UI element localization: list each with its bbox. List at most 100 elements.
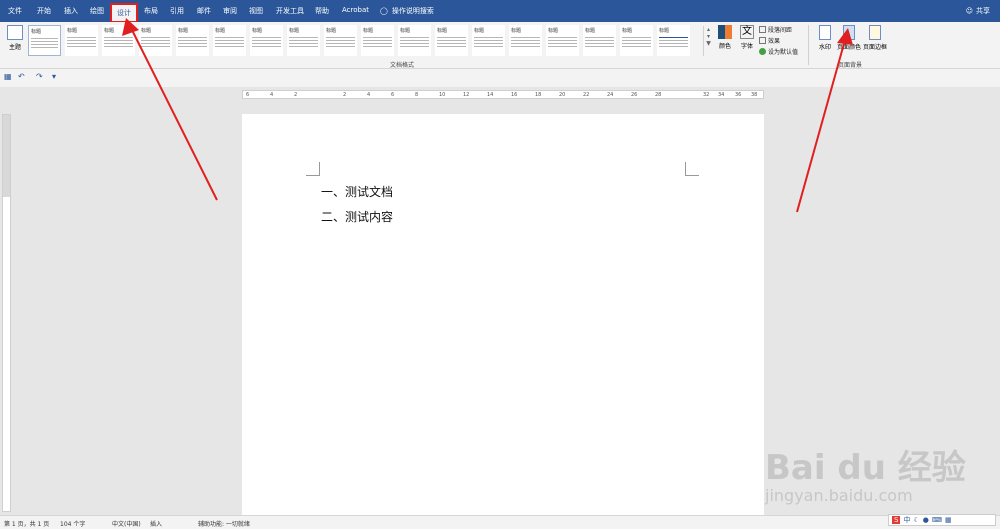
- ruler-margin: [3, 115, 10, 197]
- ruler-tick: 2: [343, 92, 347, 98]
- set-default-button[interactable]: 设为默认值: [759, 47, 798, 56]
- paragraph-spacing-button[interactable]: 段落间距: [759, 25, 792, 34]
- style-set-6[interactable]: 标题: [213, 25, 246, 56]
- style-set-9[interactable]: 标题: [324, 25, 357, 56]
- style-title: 标题: [67, 28, 78, 34]
- page-count[interactable]: 第 1 页，共 1 页: [4, 519, 49, 528]
- effects-icon: [759, 37, 766, 44]
- ime-mode[interactable]: 中: [903, 515, 910, 525]
- ruler-tick: 38: [751, 92, 758, 98]
- chevron-up-icon[interactable]: ▴: [704, 26, 713, 33]
- document-line[interactable]: 二、测试内容: [321, 208, 393, 225]
- style-title: 标题: [363, 28, 374, 34]
- tab-view[interactable]: 视图: [249, 6, 263, 16]
- effects-button[interactable]: 效果: [759, 36, 780, 45]
- ruler-tick: 26: [631, 92, 638, 98]
- style-set-2[interactable]: 标题: [65, 25, 98, 56]
- style-set-15[interactable]: 标题: [546, 25, 579, 56]
- divider: [808, 25, 809, 65]
- style-title: 标题: [585, 28, 596, 34]
- ruler-tick: 36: [735, 92, 742, 98]
- moon-icon[interactable]: ☾: [913, 516, 919, 524]
- ime-toolbar[interactable]: S 中 ☾ ● ⌨ ▦: [888, 514, 996, 526]
- tell-me-search[interactable]: ◯ 操作说明搜索: [380, 6, 434, 16]
- lightbulb-icon: ◯: [380, 7, 388, 15]
- tab-developer[interactable]: 开发工具: [276, 6, 304, 16]
- style-set-14[interactable]: 标题: [509, 25, 542, 56]
- tab-layout[interactable]: 布局: [144, 6, 158, 16]
- word-count[interactable]: 104 个字: [60, 519, 85, 528]
- ruler-tick: 16: [511, 92, 518, 98]
- style-title: 标题: [31, 29, 42, 35]
- language-status[interactable]: 中文(中国): [112, 519, 141, 528]
- style-title: 标题: [104, 28, 115, 34]
- themes-button[interactable]: 主题: [5, 25, 25, 51]
- fonts-button[interactable]: 文 字体: [738, 25, 756, 50]
- accessibility-status[interactable]: 辅助功能: 一切就绪: [198, 519, 250, 528]
- horizontal-ruler[interactable]: 6 4 2 2 4 6 8 10 12 14 16 18 20 22 24 26…: [242, 90, 764, 99]
- document-line[interactable]: 一、测试文档: [321, 183, 393, 200]
- page-borders-button[interactable]: 页面边框: [862, 25, 888, 51]
- style-set-12[interactable]: 标题: [435, 25, 468, 56]
- style-title: 标题: [215, 28, 226, 34]
- style-set-18[interactable]: 标题: [657, 25, 690, 56]
- style-set-10[interactable]: 标题: [361, 25, 394, 56]
- colors-button[interactable]: 颜色: [716, 25, 734, 50]
- style-set-1[interactable]: 标题: [28, 25, 61, 56]
- more-icon[interactable]: ▼: [704, 40, 713, 47]
- tab-help[interactable]: 帮助: [315, 6, 329, 16]
- ruler-tick: 24: [607, 92, 614, 98]
- style-title: 标题: [252, 28, 263, 34]
- ruler-tick: 8: [415, 92, 419, 98]
- tab-design[interactable]: 设计: [110, 3, 138, 23]
- tab-references[interactable]: 引用: [170, 6, 184, 16]
- document-page[interactable]: 一、测试文档 二、测试内容: [242, 114, 764, 515]
- watermark-button[interactable]: 水印: [812, 25, 838, 51]
- ruler-tick: 14: [487, 92, 494, 98]
- gallery-scroll[interactable]: ▴ ▾ ▼: [703, 26, 713, 56]
- tab-mailings[interactable]: 邮件: [197, 6, 211, 16]
- ruler-tick: 28: [655, 92, 662, 98]
- style-set-4[interactable]: 标题: [139, 25, 172, 56]
- tab-draw[interactable]: 绘图: [90, 6, 104, 16]
- style-set-3[interactable]: 标题: [102, 25, 135, 56]
- margin-corner-mark: [306, 162, 320, 176]
- style-set-16[interactable]: 标题: [583, 25, 616, 56]
- tab-review[interactable]: 审阅: [223, 6, 237, 16]
- set-default-label: 设为默认值: [768, 49, 799, 56]
- customize-qat-icon[interactable]: ▾: [52, 72, 56, 81]
- vertical-ruler[interactable]: [2, 114, 11, 512]
- ruler-tick: 6: [246, 92, 250, 98]
- style-set-13[interactable]: 标题: [472, 25, 505, 56]
- fonts-label: 字体: [740, 43, 753, 50]
- keyboard-icon[interactable]: ⌨: [932, 516, 942, 524]
- style-title: 标题: [289, 28, 300, 34]
- save-icon[interactable]: ▦: [4, 72, 12, 81]
- themes-icon: [7, 25, 23, 40]
- gift-icon[interactable]: ▦: [945, 516, 952, 524]
- style-set-5[interactable]: 标题: [176, 25, 209, 56]
- page-color-button[interactable]: 页面颜色: [836, 25, 862, 51]
- undo-icon[interactable]: ↶: [18, 72, 25, 81]
- redo-icon[interactable]: ↷: [36, 72, 43, 81]
- style-set-7[interactable]: 标题: [250, 25, 283, 56]
- page-color-label: 页面颜色: [836, 44, 861, 51]
- style-set-11[interactable]: 标题: [398, 25, 431, 56]
- tab-acrobat[interactable]: Acrobat: [342, 6, 369, 14]
- ruler-tick: 32: [703, 92, 710, 98]
- tab-insert[interactable]: 插入: [64, 6, 78, 16]
- style-set-17[interactable]: 标题: [620, 25, 653, 56]
- ribbon-design: 主题 标题 标题 标题 标题 标题 标题 标题 标题 标题 标题 标题 标题 标…: [0, 22, 1000, 69]
- share-button[interactable]: ☺ 共享: [966, 6, 990, 16]
- tab-file[interactable]: 文件: [8, 6, 22, 16]
- tab-home[interactable]: 开始: [37, 6, 51, 16]
- watermark-icon: [819, 25, 831, 40]
- mic-icon[interactable]: ●: [923, 516, 929, 524]
- font-icon: 文: [740, 25, 754, 39]
- page-borders-icon: [869, 25, 881, 40]
- style-set-8[interactable]: 标题: [287, 25, 320, 56]
- chevron-down-icon[interactable]: ▾: [704, 33, 713, 40]
- insert-mode[interactable]: 插入: [150, 519, 162, 528]
- watermark-label: 水印: [818, 44, 831, 51]
- style-title: 标题: [437, 28, 448, 34]
